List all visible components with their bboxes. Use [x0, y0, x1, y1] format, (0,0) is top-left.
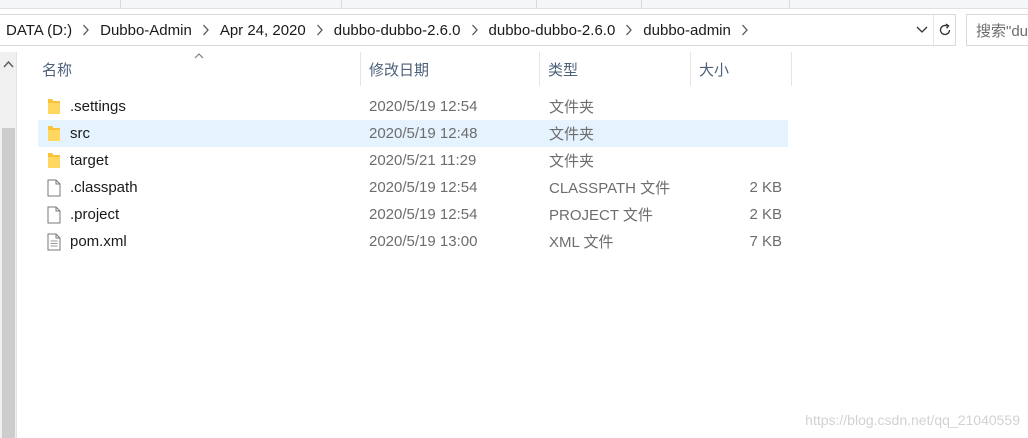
breadcrumb-separator-chevron-icon[interactable]	[733, 15, 757, 45]
ribbon-divider	[789, 0, 790, 8]
file-type: CLASSPATH 文件	[549, 180, 671, 197]
search-placeholder: 搜索"du	[976, 22, 1028, 40]
column-headers: 名称 修改日期 类型 大小	[18, 52, 818, 86]
file-date: 2020/5/21 11:29	[369, 152, 477, 169]
file-size	[698, 120, 782, 147]
file-name: target	[70, 152, 109, 169]
scrollbar-thumb[interactable]	[2, 128, 15, 438]
watermark: https://blog.csdn.net/qq_21040559	[805, 412, 1020, 428]
file-row[interactable]: target 2020/5/21 11:29 文件夹	[38, 147, 788, 174]
file-row[interactable]: .classpath 2020/5/19 12:54 CLASSPATH 文件 2 K…	[38, 174, 788, 201]
breadcrumb: DATA (D:) Dubbo-Admin Apr 24, 2020 dubbo-du…	[0, 15, 911, 45]
ribbon-divider	[341, 0, 342, 8]
file-size: 7 KB	[749, 233, 782, 250]
breadcrumb-separator-chevron-icon[interactable]	[74, 15, 98, 45]
breadcrumb-item[interactable]: dubbo-dubbo-2.6.0	[332, 22, 463, 39]
file-type: XML 文件	[549, 234, 614, 251]
file-size	[698, 93, 782, 120]
file-icon	[44, 205, 64, 225]
file-row[interactable]: pom.xml 2020/5/19 13:00 XML 文件 7 KB	[38, 228, 788, 255]
column-header-date[interactable]: 修改日期	[361, 52, 539, 86]
file-date: 2020/5/19 12:54	[369, 179, 478, 196]
file-name: pom.xml	[70, 233, 127, 250]
file-name: .settings	[70, 98, 126, 115]
search-input[interactable]: 搜索"du	[966, 14, 1028, 46]
xml-file-icon	[44, 232, 64, 252]
file-icon	[44, 178, 64, 198]
breadcrumb-item[interactable]: Dubbo-Admin	[98, 22, 194, 39]
file-name-cell: pom.xml	[44, 228, 127, 255]
refresh-icon	[939, 23, 950, 36]
file-size	[698, 147, 782, 174]
file-name-cell: .classpath	[44, 174, 138, 201]
file-date: 2020/5/19 12:48	[369, 125, 478, 142]
file-date: 2020/5/19 12:54	[369, 206, 478, 223]
ribbon-divider	[120, 0, 121, 8]
address-bar[interactable]: DATA (D:) Dubbo-Admin Apr 24, 2020 dubbo-du…	[0, 14, 956, 46]
breadcrumb-item[interactable]: DATA (D:)	[4, 22, 74, 39]
chevron-down-icon	[916, 26, 928, 33]
file-type: PROJECT 文件	[549, 207, 653, 224]
file-name-cell: src	[44, 120, 90, 147]
file-date: 2020/5/19 12:54	[369, 98, 478, 115]
ribbon-strip	[0, 0, 1028, 9]
breadcrumb-item[interactable]: dubbo-dubbo-2.6.0	[487, 22, 618, 39]
column-header-size[interactable]: 大小	[691, 52, 791, 86]
file-name: .classpath	[70, 179, 138, 196]
refresh-button[interactable]	[933, 15, 955, 45]
file-name: .project	[70, 206, 120, 223]
file-row[interactable]: .project 2020/5/19 12:54 PROJECT 文件 2 KB	[38, 201, 788, 228]
file-name: src	[70, 125, 90, 142]
file-row[interactable]: .settings 2020/5/19 12:54 文件夹	[38, 93, 788, 120]
breadcrumb-separator-chevron-icon[interactable]	[617, 15, 641, 45]
file-date: 2020/5/19 13:00	[369, 233, 478, 250]
file-name-cell: .settings	[44, 93, 126, 120]
navigation-pane-scrollbar[interactable]	[0, 52, 17, 438]
breadcrumb-item[interactable]: dubbo-admin	[641, 22, 733, 39]
address-history-dropdown[interactable]	[911, 15, 933, 45]
column-header-type[interactable]: 类型	[540, 52, 690, 86]
file-size: 2 KB	[749, 206, 782, 223]
file-name-cell: .project	[44, 201, 119, 228]
folder-icon	[44, 97, 64, 117]
breadcrumb-separator-chevron-icon[interactable]	[308, 15, 332, 45]
column-divider[interactable]	[791, 52, 792, 86]
breadcrumb-separator-chevron-icon[interactable]	[463, 15, 487, 45]
file-row[interactable]: src 2020/5/19 12:48 文件夹	[38, 120, 788, 147]
ribbon-divider	[641, 0, 642, 8]
file-list: .settings 2020/5/19 12:54 文件夹 src 2020/5/19 …	[38, 93, 788, 255]
file-type: 文件夹	[549, 153, 595, 170]
breadcrumb-separator-chevron-icon[interactable]	[194, 15, 218, 45]
folder-icon	[44, 151, 64, 171]
ribbon-divider	[536, 0, 537, 8]
breadcrumb-item[interactable]: Apr 24, 2020	[218, 22, 308, 39]
file-size: 2 KB	[749, 179, 782, 196]
folder-icon	[44, 124, 64, 144]
scroll-up-arrow-icon[interactable]	[3, 60, 14, 68]
column-header-name[interactable]: 名称	[34, 52, 360, 86]
address-row: DATA (D:) Dubbo-Admin Apr 24, 2020 dubbo-du…	[0, 14, 1028, 46]
file-name-cell: target	[44, 147, 108, 174]
file-type: 文件夹	[549, 126, 595, 143]
file-type: 文件夹	[549, 99, 595, 116]
